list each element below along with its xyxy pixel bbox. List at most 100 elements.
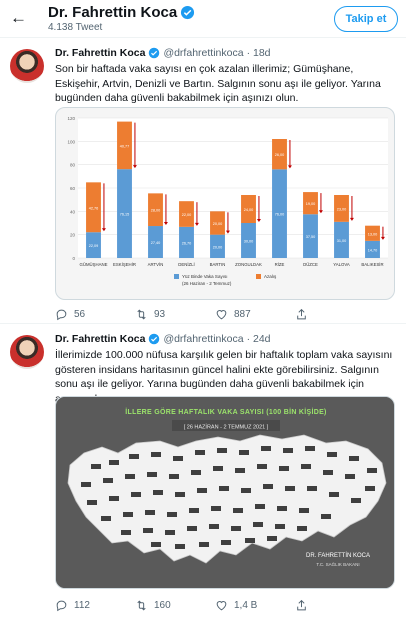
province-label-box xyxy=(165,530,175,535)
legend-label-decrease: Azalış xyxy=(264,274,277,279)
tweet-1[interactable]: Dr. Fahrettin Koca @drfahrettinkoca · 18… xyxy=(0,39,406,324)
province-label-box xyxy=(101,516,111,521)
author-handle[interactable]: @drfahrettinkoca xyxy=(163,333,243,345)
province-label-box xyxy=(187,526,197,531)
follow-button[interactable]: Takip et xyxy=(334,6,398,32)
retweet-button[interactable]: 160 xyxy=(135,597,215,613)
province-label-box xyxy=(151,452,161,457)
tweet-time[interactable]: · 24d xyxy=(247,333,271,345)
avatar[interactable] xyxy=(10,335,44,369)
province-label-box xyxy=(283,448,293,453)
bar-value-label: 26,00 xyxy=(275,153,285,157)
retweet-button[interactable]: 93 xyxy=(135,306,215,322)
province-label-box xyxy=(261,446,271,451)
y-tick-label: 80 xyxy=(70,163,76,168)
map-subtitle: [ 26 HAZİRAN - 2 TEMMUZ 2021 ] xyxy=(184,424,269,431)
bar-value-label: 14,70 xyxy=(368,248,378,252)
legend-swatch-decrease xyxy=(256,274,261,279)
tweet-2[interactable]: Dr. Fahrettin Koca @drfahrettinkoca · 24… xyxy=(0,325,406,619)
province-label-box xyxy=(125,474,135,479)
province-label-box xyxy=(241,488,251,493)
author-name[interactable]: Dr. Fahrettin Koca xyxy=(55,333,145,345)
category-label: YALOVA xyxy=(333,262,350,267)
like-count: 887 xyxy=(234,308,251,320)
tweet-count: 4.138 Tweet xyxy=(48,22,103,33)
avatar[interactable] xyxy=(10,49,44,83)
author-handle[interactable]: @drfahrettinkoca xyxy=(163,47,243,59)
reply-button[interactable]: 56 xyxy=(55,306,135,322)
tweet-header: Dr. Fahrettin Koca @drfahrettinkoca · 24… xyxy=(55,333,271,345)
province-label-box xyxy=(277,506,287,511)
province-label-box xyxy=(169,474,179,479)
province-label-box xyxy=(147,472,157,477)
province-label-box xyxy=(189,508,199,513)
share-button[interactable] xyxy=(295,597,375,613)
like-button[interactable]: 887 xyxy=(215,306,295,322)
province-label-box xyxy=(191,470,201,475)
province-label-box xyxy=(367,468,377,473)
tweet-actions: 56 93 887 xyxy=(55,306,375,322)
share-icon xyxy=(297,308,306,319)
province-label-box xyxy=(209,524,219,529)
y-tick-label: 20 xyxy=(70,233,76,238)
province-label-box xyxy=(349,456,359,461)
bar-value-label: 24,00 xyxy=(244,208,254,212)
province-label-box xyxy=(351,498,361,503)
province-label-box xyxy=(301,464,311,469)
province-label-box xyxy=(109,460,119,465)
province-label-box xyxy=(275,524,285,529)
tweet-time[interactable]: · 18d xyxy=(247,47,271,59)
bar-value-label: 22,00 xyxy=(182,213,192,217)
category-label: ZONGULDAK xyxy=(235,262,262,267)
province-label-box xyxy=(175,544,185,549)
y-tick-label: 60 xyxy=(70,186,76,191)
province-label-box xyxy=(195,450,205,455)
arrow-left-icon[interactable]: ← xyxy=(10,8,30,28)
province-label-box xyxy=(299,508,309,513)
category-label: ARTVİN xyxy=(148,262,164,267)
province-label-box xyxy=(199,542,209,547)
province-label-box xyxy=(109,496,119,501)
bar-chart: 0 20 40 60 80 100 120 22,09 42,76 GÜMÜŞHANE 76,15 4… xyxy=(67,116,388,286)
author-name[interactable]: Dr. Fahrettin Koca xyxy=(55,47,145,59)
province-label-box xyxy=(211,506,221,511)
province-label-box xyxy=(233,508,243,513)
province-label-box xyxy=(323,470,333,475)
province-label-box xyxy=(219,486,229,491)
category-label: BARTIN xyxy=(210,262,226,267)
y-tick-label: 120 xyxy=(67,116,75,121)
province-label-box xyxy=(175,492,185,497)
bar-value-label: 19,00 xyxy=(306,202,316,206)
province-label-box xyxy=(365,486,375,491)
province-label-box xyxy=(245,538,255,543)
province-label-box xyxy=(263,484,273,489)
province-label-box xyxy=(145,510,155,515)
reply-button[interactable]: 112 xyxy=(55,597,135,613)
category-label: GÜMÜŞHANE xyxy=(80,262,108,267)
share-button[interactable] xyxy=(295,306,375,322)
bar-value-label: 28,00 xyxy=(151,209,161,213)
share-icon xyxy=(297,599,306,610)
like-button[interactable]: 1,4 B xyxy=(215,597,295,613)
chart-image[interactable]: 0 20 40 60 80 100 120 22,09 42,76 GÜMÜŞHANE 76,15 4… xyxy=(55,107,395,300)
map-image[interactable]: İLLERE GÖRE HAFTALIK VAKA SAYISI (100 Bİ… xyxy=(55,396,395,589)
province-label-box xyxy=(217,448,227,453)
tweet-header: Dr. Fahrettin Koca @drfahrettinkoca · 18… xyxy=(55,47,271,59)
province-label-box xyxy=(221,540,231,545)
verified-badge-icon xyxy=(149,333,160,345)
province-label-box xyxy=(253,522,263,527)
bar-value-label: 76,15 xyxy=(120,213,130,217)
retweet-icon xyxy=(137,308,146,320)
province-label-box xyxy=(151,542,161,547)
reply-count: 112 xyxy=(74,599,90,611)
province-label-box xyxy=(143,528,153,533)
category-label: DÜZCE xyxy=(303,262,318,267)
verified-badge-icon xyxy=(149,47,160,59)
province-label-box xyxy=(213,466,223,471)
province-label-box xyxy=(87,500,97,505)
province-label-box xyxy=(267,536,277,541)
legend-note: (26 Haziran - 2 Temmuz) xyxy=(182,281,232,286)
province-label-box xyxy=(279,466,289,471)
incidence-map: İLLERE GÖRE HAFTALIK VAKA SAYISI (100 Bİ… xyxy=(56,397,394,588)
province-label-box xyxy=(307,486,317,491)
